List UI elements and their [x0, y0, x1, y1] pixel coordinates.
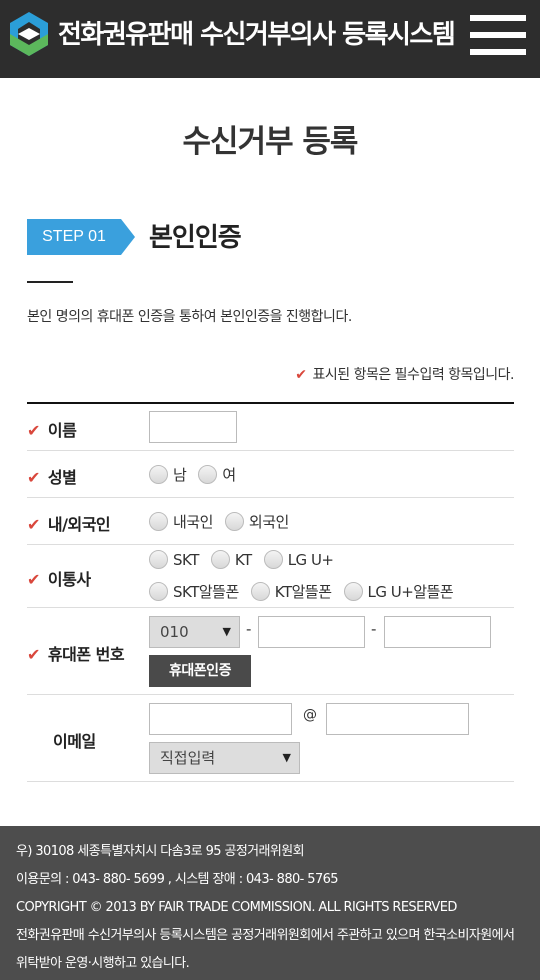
- check-icon: ✔: [295, 367, 307, 383]
- carrier-radio-lgu[interactable]: LG U+: [263, 550, 334, 569]
- carrier-radio-kt[interactable]: KT: [210, 550, 252, 569]
- radio-label: 외국인: [248, 513, 289, 531]
- phone-separator: -: [371, 620, 377, 638]
- check-icon: ✔: [27, 515, 40, 534]
- page-title: 수신거부 등록: [182, 124, 359, 160]
- menu-bar: [470, 49, 526, 55]
- email-local-input[interactable]: [149, 703, 292, 735]
- phone-prefix-select[interactable]: 010 ▼: [149, 616, 240, 648]
- hamburger-menu-icon[interactable]: [470, 15, 526, 55]
- footer-notice: 전화권유판매 수신거부의사 등록시스템은 공정거래위원회에서 주관하고 있으며 …: [16, 928, 515, 971]
- carrier-radio-lgu-mvno[interactable]: LG U+알뜰폰: [343, 581, 454, 602]
- radio-circle[interactable]: [250, 582, 270, 601]
- radio-circle[interactable]: [149, 582, 168, 601]
- step-badge: STEP 01: [27, 219, 135, 255]
- menu-bar: [470, 15, 526, 21]
- phone-last-input[interactable]: [384, 616, 491, 648]
- email-domain-select-value: 직접입력: [160, 749, 216, 767]
- email-label: 이메일: [53, 732, 96, 751]
- name-input[interactable]: [149, 411, 237, 443]
- phone-label: ✔ 휴대폰 번호: [27, 641, 125, 665]
- gender-radio-male[interactable]: 남: [149, 464, 187, 485]
- check-icon: ✔: [27, 421, 40, 440]
- step-badge-label: STEP 01: [27, 219, 121, 255]
- carrier-radio-skt-mvno[interactable]: SKT알뜰폰: [149, 581, 239, 602]
- nationality-radio-domestic[interactable]: 내국인: [149, 511, 213, 532]
- phone-verify-button[interactable]: 휴대폰인증: [149, 655, 251, 687]
- radio-circle[interactable]: [198, 465, 218, 484]
- form-row-name: ✔ 이름: [27, 404, 514, 451]
- radio-label: 내국인: [173, 513, 213, 531]
- radio-label: LG U+: [287, 550, 334, 569]
- carrier-radio-group-1: SKT KT LG U+: [149, 550, 346, 569]
- nationality-radio-group: 내국인 외국인: [149, 511, 301, 532]
- radio-label: KT알뜰폰: [274, 583, 332, 601]
- gender-label-text: 성별: [47, 468, 77, 487]
- radio-label: SKT알뜰폰: [173, 583, 239, 601]
- nationality-label: ✔ 내/외국인: [27, 511, 111, 535]
- phone-prefix-value: 010: [160, 623, 189, 641]
- intro-text: 본인 명의의 휴대폰 인증을 통하여 본인인증을 진행합니다.: [27, 309, 352, 325]
- carrier-label: ✔ 이통사: [27, 566, 91, 590]
- dropdown-arrow-icon: ▼: [282, 751, 291, 764]
- phone-middle-input[interactable]: [258, 616, 365, 648]
- name-label: ✔ 이름: [27, 417, 77, 441]
- step-divider: [27, 281, 73, 283]
- form-row-carrier: ✔ 이통사 SKT KT LG U+ SKT알뜰폰 KT알뜰폰 LG U+알뜰폰: [27, 545, 514, 608]
- check-icon: ✔: [27, 570, 40, 589]
- radio-label: LG U+알뜰폰: [367, 583, 454, 601]
- radio-label: 여: [222, 466, 236, 484]
- radio-circle[interactable]: [149, 550, 168, 569]
- form-row-gender: ✔ 성별 남 여: [27, 451, 514, 498]
- check-icon: ✔: [27, 645, 40, 664]
- carrier-radio-group-2: SKT알뜰폰 KT알뜰폰 LG U+알뜰폰: [149, 581, 465, 602]
- required-note: ✔ 표시된 항목은 필수입력 항목입니다.: [295, 364, 514, 384]
- radio-circle[interactable]: [149, 465, 168, 484]
- form-row-nationality: ✔ 내/외국인 내국인 외국인: [27, 498, 514, 545]
- form-row-phone: ✔ 휴대폰 번호 010 ▼ - - 휴대폰인증: [27, 608, 514, 695]
- email-domain-select[interactable]: 직접입력 ▼: [149, 742, 300, 774]
- phone-separator: -: [246, 620, 252, 638]
- footer: 우) 30108 세종특별자치시 다솜3로 95 공정거래위원회 이용문의 : …: [0, 826, 540, 980]
- nationality-label-text: 내/외국인: [47, 515, 111, 534]
- footer-copyright: COPYRIGHT © 2013 BY FAIR TRADE COMMISSIO…: [16, 900, 457, 915]
- diamond-logo-icon[interactable]: [10, 12, 48, 56]
- form-row-email: 이메일 @ 직접입력 ▼: [27, 695, 514, 782]
- carrier-radio-skt[interactable]: SKT: [149, 550, 199, 569]
- radio-circle[interactable]: [210, 550, 230, 569]
- dropdown-arrow-icon: ▼: [222, 625, 231, 638]
- site-title[interactable]: 전화권유판매 수신거부의사 등록시스템: [58, 14, 456, 51]
- gender-radio-female[interactable]: 여: [198, 464, 236, 485]
- step-title: 본인인증: [149, 223, 242, 253]
- carrier-label-text: 이통사: [47, 570, 91, 589]
- footer-address: 우) 30108 세종특별자치시 다솜3로 95 공정거래위원회: [16, 844, 305, 859]
- gender-label: ✔ 성별: [27, 464, 77, 488]
- carrier-radio-kt-mvno[interactable]: KT알뜰폰: [250, 581, 332, 602]
- top-header: 전화권유판매 수신거부의사 등록시스템: [0, 0, 540, 78]
- step-arrow-shape: [121, 219, 135, 255]
- radio-circle[interactable]: [343, 582, 363, 601]
- footer-contact: 이용문의 : 043- 880- 5699 , 시스템 장애 : 043- 88…: [16, 872, 339, 887]
- radio-label: 남: [173, 466, 187, 484]
- radio-circle[interactable]: [149, 512, 168, 531]
- radio-circle[interactable]: [263, 550, 283, 569]
- phone-label-text: 휴대폰 번호: [47, 645, 125, 664]
- nationality-radio-foreign[interactable]: 외국인: [224, 511, 289, 532]
- radio-circle[interactable]: [224, 512, 244, 531]
- radio-label: KT: [234, 550, 252, 569]
- gender-radio-group: 남 여: [149, 464, 248, 485]
- email-at-sign: @: [303, 707, 317, 723]
- menu-bar: [470, 32, 526, 38]
- check-icon: ✔: [27, 468, 40, 487]
- radio-label: SKT: [173, 550, 199, 569]
- name-label-text: 이름: [47, 421, 77, 440]
- required-note-text: 표시된 항목은 필수입력 항목입니다.: [312, 367, 515, 383]
- email-domain-input[interactable]: [326, 703, 469, 735]
